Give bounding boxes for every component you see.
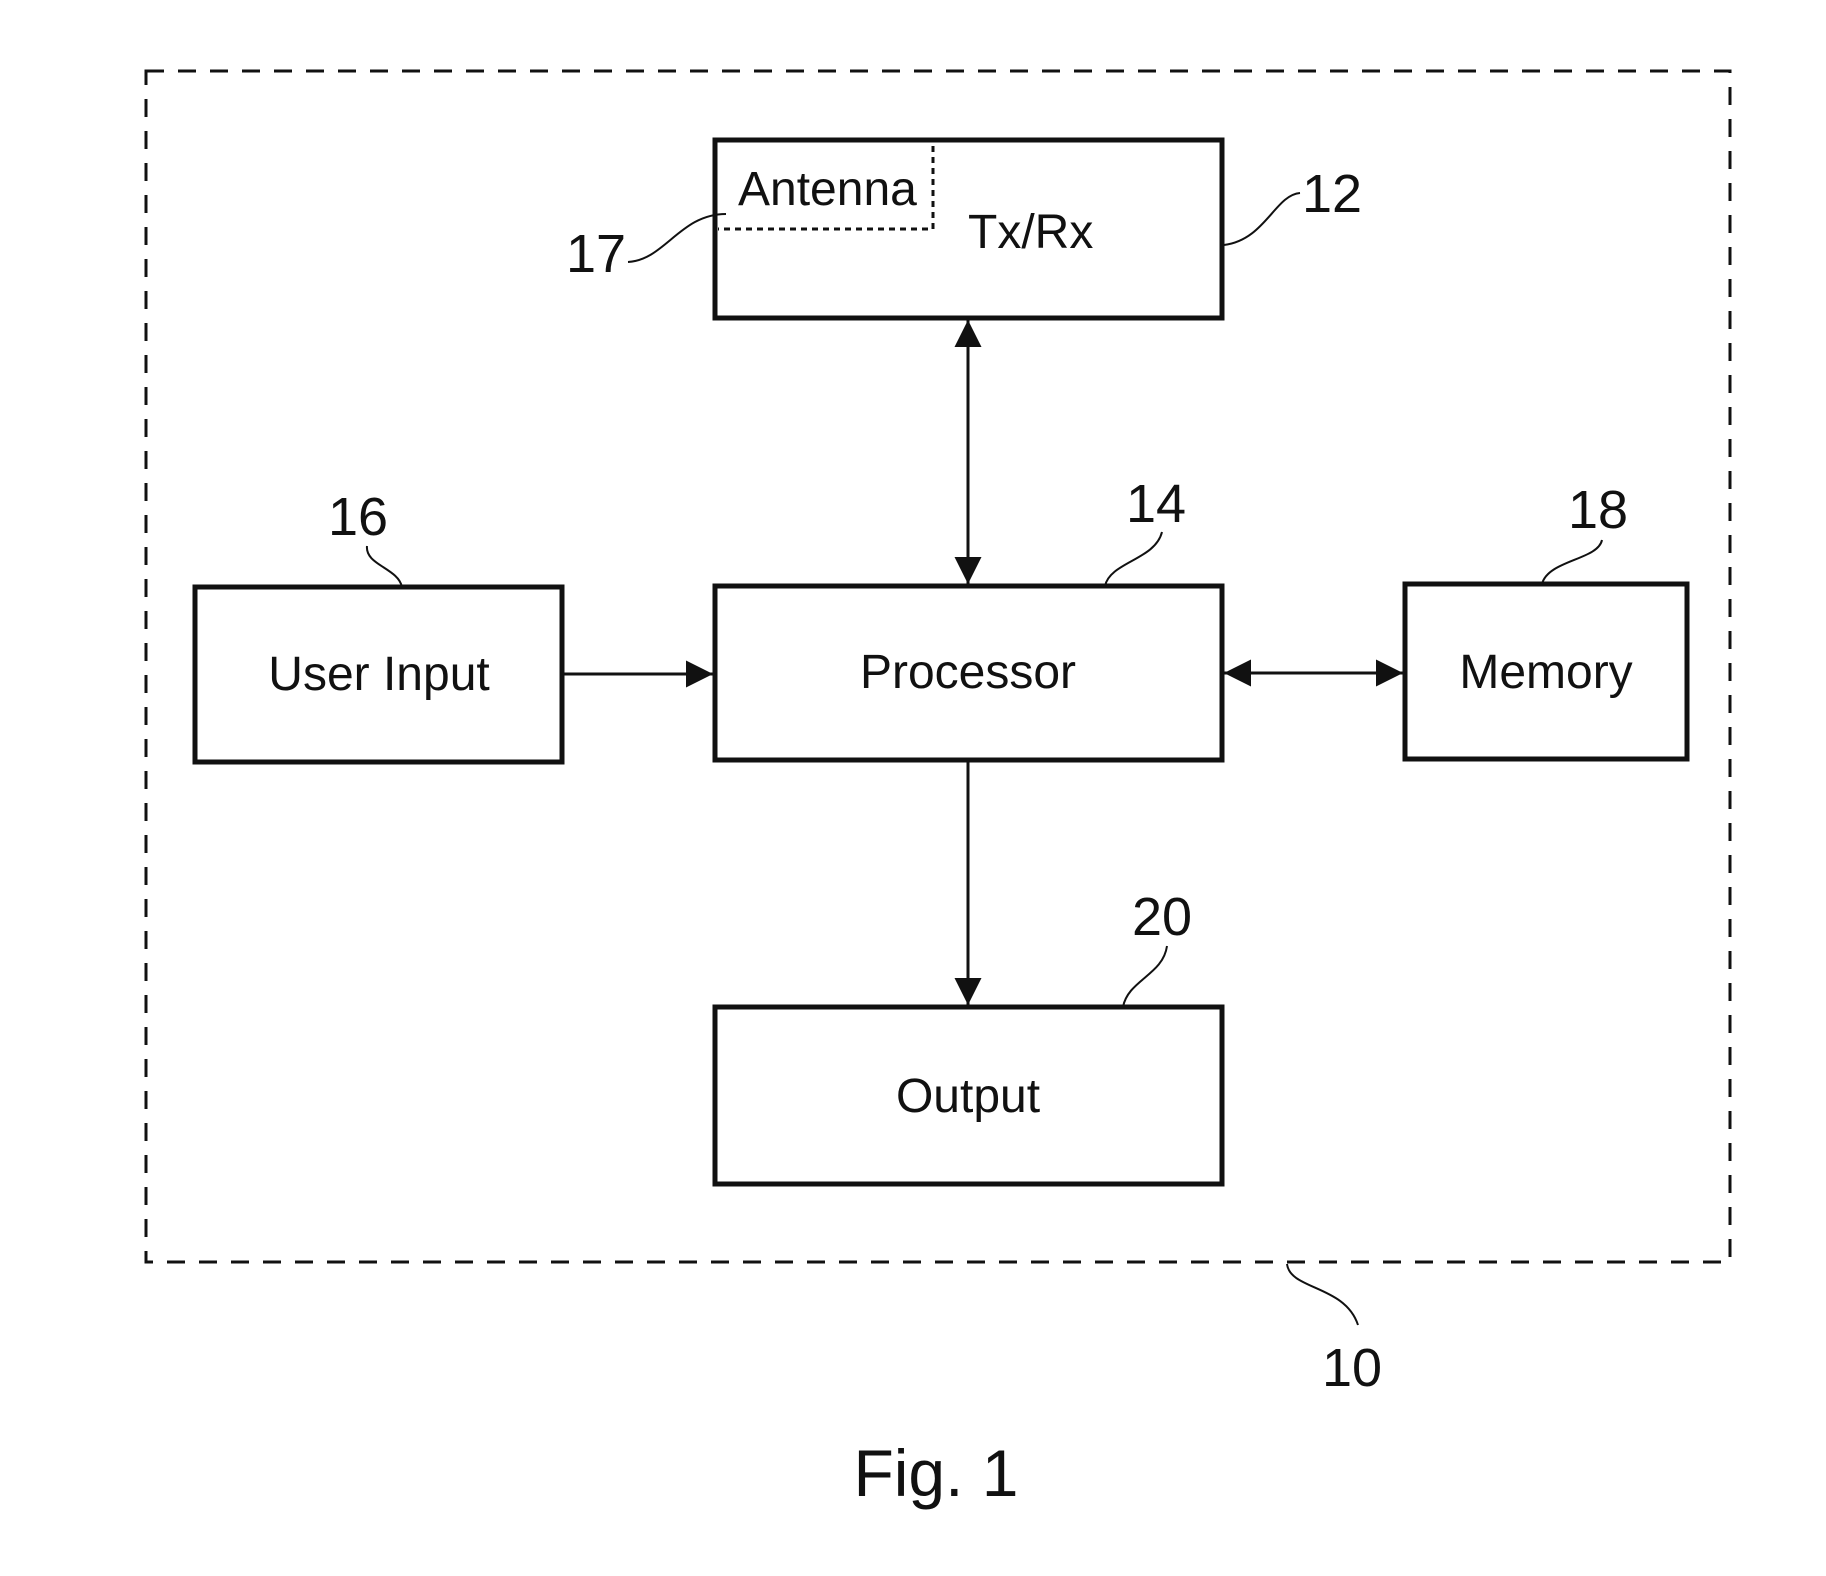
user-input-block: User Input: [192, 584, 565, 765]
leader-16: [365, 545, 403, 588]
processor-label: Processor: [860, 646, 1076, 699]
leader-10: [1286, 1263, 1359, 1326]
ref-18: 18: [1568, 480, 1628, 540]
ref-20: 20: [1132, 887, 1192, 947]
ref-10: 10: [1322, 1338, 1382, 1398]
leader-18: [1541, 539, 1603, 585]
leader-14: [1104, 531, 1163, 587]
memory-block: Memory: [1402, 581, 1690, 762]
leader-12: [1223, 192, 1301, 246]
block-diagram: Antenna Tx/Rx Processor User Input Memor…: [144, 69, 1732, 1510]
figure-caption: Fig. 1: [853, 1436, 1018, 1510]
antenna-label: Antenna: [738, 163, 917, 216]
ref-16: 16: [328, 487, 388, 547]
output-label: Output: [896, 1070, 1040, 1123]
ref-12: 12: [1302, 164, 1362, 224]
transceiver-block: Antenna Tx/Rx: [712, 137, 1225, 321]
output-block: Output: [712, 1004, 1225, 1187]
transceiver-label: Tx/Rx: [968, 206, 1093, 259]
ref-17: 17: [566, 224, 626, 284]
memory-label: Memory: [1459, 646, 1632, 699]
processor-block: Processor: [712, 583, 1225, 763]
leader-17: [627, 213, 727, 263]
ref-14: 14: [1126, 474, 1186, 534]
user-input-label: User Input: [268, 648, 489, 701]
leader-20: [1122, 945, 1168, 1008]
